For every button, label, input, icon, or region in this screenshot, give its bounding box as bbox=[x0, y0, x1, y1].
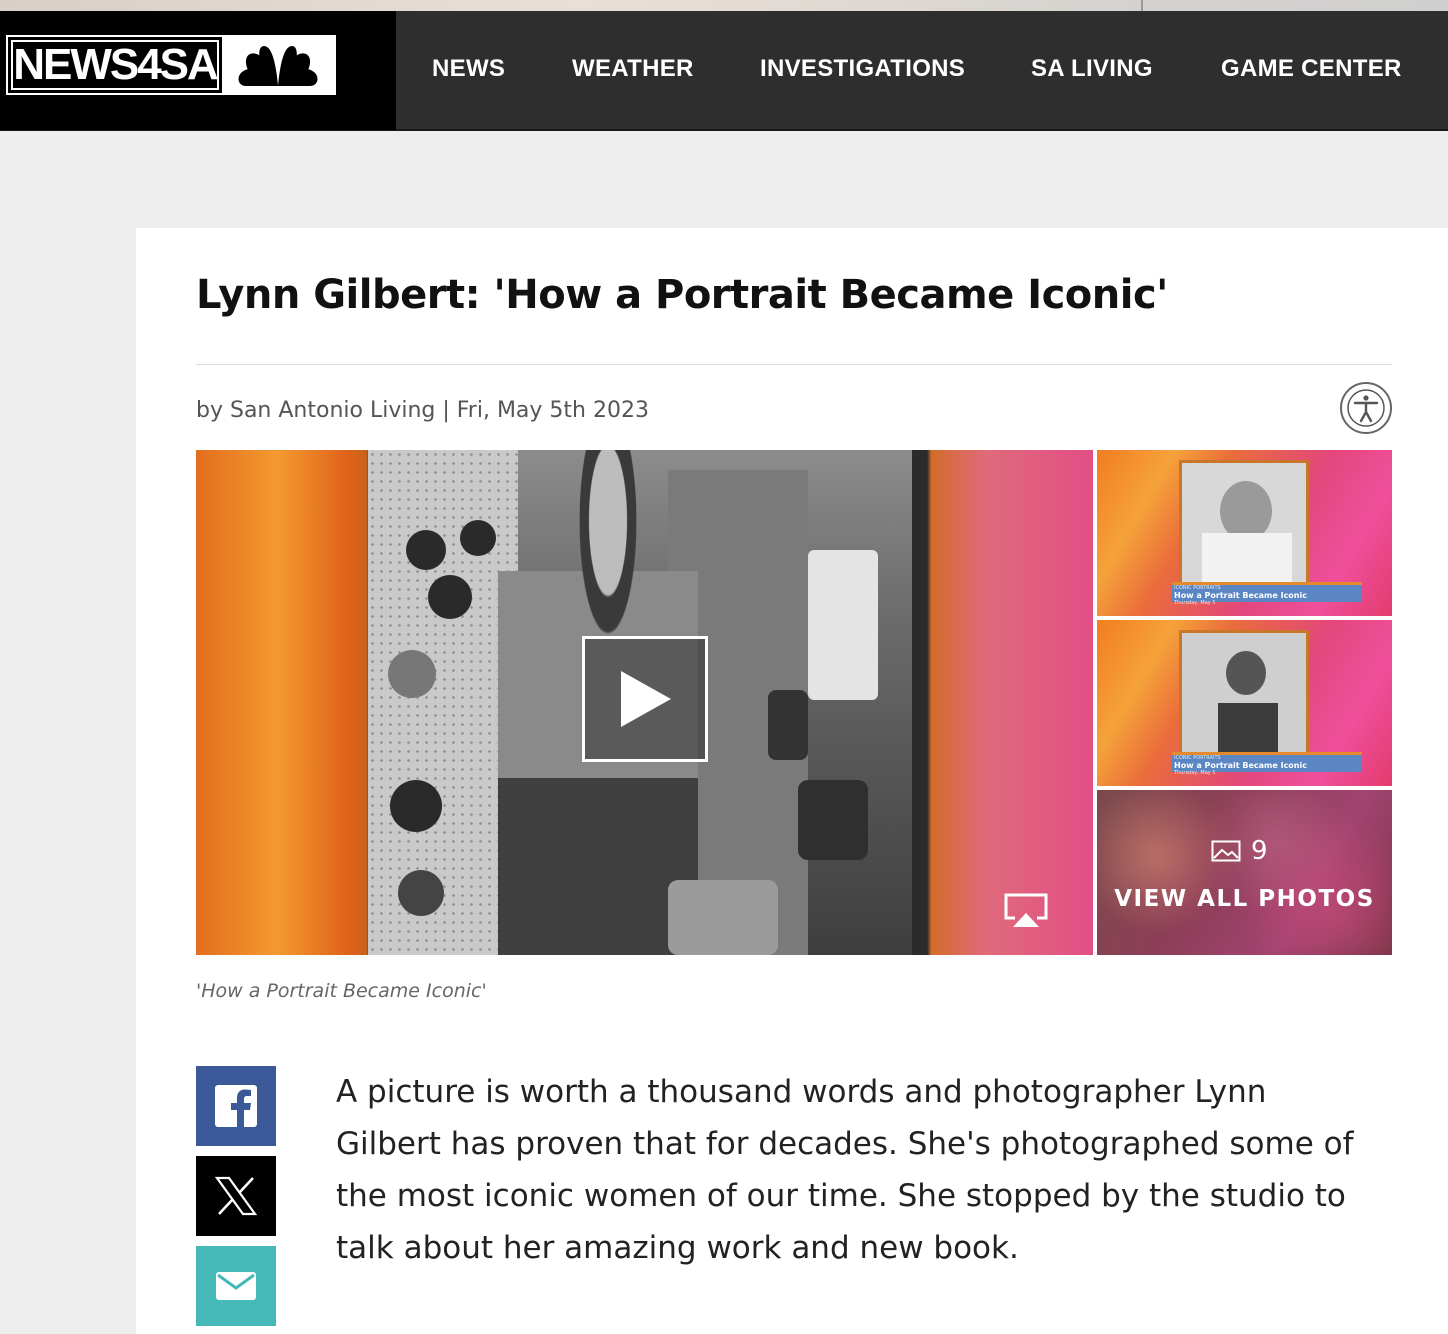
nav-game-center[interactable]: GAME CENTER bbox=[1221, 55, 1402, 83]
view-all-photos-label: VIEW ALL PHOTOS bbox=[1114, 886, 1375, 912]
thumb-lower-third: ICONIC PORTRAITS How a Portrait Became I… bbox=[1172, 582, 1362, 606]
airplay-icon bbox=[1004, 893, 1048, 927]
nav-sa-living[interactable]: SA LIVING bbox=[1031, 55, 1153, 83]
x-share-button[interactable] bbox=[196, 1156, 276, 1236]
article-body: A picture is worth a thousand words and … bbox=[336, 1074, 1354, 1266]
accessibility-button[interactable] bbox=[1340, 382, 1392, 434]
image-icon bbox=[1211, 840, 1241, 862]
logo-text: NEWS4SA bbox=[8, 37, 222, 93]
media-caption: 'How a Portrait Became Iconic' bbox=[196, 980, 487, 1002]
article-byline: by San Antonio Living | Fri, May 5th 202… bbox=[196, 398, 649, 423]
thumb-date: Thursday, May 5 bbox=[1174, 770, 1216, 776]
logo-area: NEWS4SA bbox=[0, 11, 396, 130]
thumb-date: Thursday, May 5 bbox=[1174, 600, 1216, 606]
facebook-share-button[interactable] bbox=[196, 1066, 276, 1146]
email-icon bbox=[216, 1272, 256, 1300]
article-title: Lynn Gilbert: 'How a Portrait Became Ico… bbox=[196, 272, 1168, 318]
thumb-headline: How a Portrait Became Iconic bbox=[1174, 761, 1307, 770]
thumb-photo bbox=[1179, 630, 1309, 759]
title-divider bbox=[196, 364, 1392, 365]
facebook-icon bbox=[215, 1085, 257, 1127]
x-icon bbox=[215, 1176, 257, 1216]
play-icon bbox=[621, 671, 671, 727]
photo-count-number: 9 bbox=[1251, 836, 1268, 866]
strip-divider bbox=[1141, 0, 1143, 11]
site-header: NEWS4SA NEWS WEATHER INVESTIGATIONS SA L… bbox=[0, 11, 1448, 131]
nav-weather[interactable]: WEATHER bbox=[572, 55, 694, 83]
play-button[interactable] bbox=[582, 636, 708, 762]
thumb-lower-third: ICONIC PORTRAITS How a Portrait Became I… bbox=[1172, 752, 1362, 776]
pegboard-area bbox=[368, 450, 518, 955]
video-player[interactable] bbox=[196, 450, 1093, 955]
airplay-button[interactable] bbox=[1003, 892, 1049, 932]
blurred-preview bbox=[1097, 790, 1392, 955]
email-share-button[interactable] bbox=[196, 1246, 276, 1326]
peacock-icon bbox=[222, 37, 334, 93]
main-nav: NEWS WEATHER INVESTIGATIONS SA LIVING GA… bbox=[396, 11, 1448, 130]
thumb-photo bbox=[1179, 460, 1309, 589]
nav-news[interactable]: NEWS bbox=[432, 55, 505, 83]
accessibility-icon bbox=[1347, 389, 1385, 427]
browser-top-strip bbox=[0, 0, 1448, 11]
gallery-thumb-1[interactable]: ICONIC PORTRAITS How a Portrait Became I… bbox=[1097, 450, 1392, 616]
nav-investigations[interactable]: INVESTIGATIONS bbox=[760, 55, 965, 83]
view-all-photos-button[interactable]: 9 VIEW ALL PHOTOS bbox=[1097, 790, 1392, 955]
thumb-headline: How a Portrait Became Iconic bbox=[1174, 591, 1307, 600]
site-logo[interactable]: NEWS4SA bbox=[6, 35, 336, 95]
gallery-thumb-2[interactable]: ICONIC PORTRAITS How a Portrait Became I… bbox=[1097, 620, 1392, 786]
photo-count: 9 bbox=[1211, 836, 1268, 866]
